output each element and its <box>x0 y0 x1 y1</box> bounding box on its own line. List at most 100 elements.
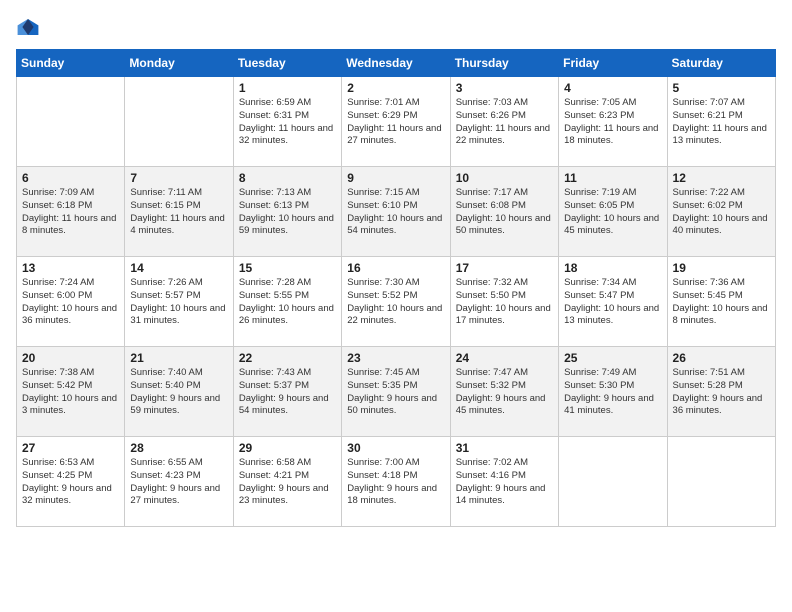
cell-info: Sunrise: 7:01 AM Sunset: 6:29 PM Dayligh… <box>347 97 444 148</box>
day-number: 5 <box>673 81 770 95</box>
calendar-cell: 22 Sunrise: 7:43 AM Sunset: 5:37 PM Dayli… <box>233 347 341 437</box>
cell-info: Sunrise: 6:53 AM Sunset: 4:25 PM Dayligh… <box>22 457 119 508</box>
calendar-cell: 16Sunrise: 7:30 AM Sunset: 5:52 PM Dayli… <box>342 257 450 347</box>
calendar-cell: 7 Sunrise: 7:11 AM Sunset: 6:15 PM Daylig… <box>125 167 233 257</box>
cell-info: Sunrise: 7:43 AM Sunset: 5:37 PM Dayligh… <box>239 367 336 418</box>
day-number: 6 <box>22 171 119 185</box>
calendar-cell: 2 Sunrise: 7:01 AM Sunset: 6:29 PM Daylig… <box>342 77 450 167</box>
day-number: 7 <box>130 171 227 185</box>
weekday-header-saturday: Saturday <box>667 50 775 77</box>
cell-info: Sunrise: 7:24 AM Sunset: 6:00 PM Dayligh… <box>22 277 119 328</box>
calendar-cell: 18 Sunrise: 7:34 AM Sunset: 5:47 PM Dayli… <box>559 257 667 347</box>
day-number: 3 <box>456 81 553 95</box>
calendar-cell: 17 Sunrise: 7:32 AM Sunset: 5:50 PM Dayli… <box>450 257 558 347</box>
calendar-cell: 25 Sunrise: 7:49 AM Sunset: 5:30 PM Dayli… <box>559 347 667 437</box>
calendar-cell <box>559 437 667 527</box>
calendar-cell: 26 Sunrise: 7:51 AM Sunset: 5:28 PM Dayli… <box>667 347 775 437</box>
day-number: 22 <box>239 351 336 365</box>
cell-info: Sunrise: 7:45 AM Sunset: 5:35 PM Dayligh… <box>347 367 444 418</box>
cell-info: Sunrise: 7:13 AM Sunset: 6:13 PM Dayligh… <box>239 187 336 238</box>
calendar-cell <box>125 77 233 167</box>
day-number: 2 <box>347 81 444 95</box>
day-number: 21 <box>130 351 227 365</box>
cell-info: Sunrise: 7:09 AM Sunset: 6:18 PM Dayligh… <box>22 187 119 238</box>
logo-icon <box>16 17 40 37</box>
calendar-week-row: 20Sunrise: 7:38 AM Sunset: 5:42 PM Dayli… <box>17 347 776 437</box>
cell-info: Sunrise: 7:36 AM Sunset: 5:45 PM Dayligh… <box>673 277 770 328</box>
cell-info: Sunrise: 7:40 AM Sunset: 5:40 PM Dayligh… <box>130 367 227 418</box>
calendar-cell: 8 Sunrise: 7:13 AM Sunset: 6:13 PM Daylig… <box>233 167 341 257</box>
cell-info: Sunrise: 6:55 AM Sunset: 4:23 PM Dayligh… <box>130 457 227 508</box>
day-number: 11 <box>564 171 661 185</box>
cell-info: Sunrise: 7:34 AM Sunset: 5:47 PM Dayligh… <box>564 277 661 328</box>
cell-info: Sunrise: 7:19 AM Sunset: 6:05 PM Dayligh… <box>564 187 661 238</box>
day-number: 17 <box>456 261 553 275</box>
weekday-header-row: SundayMondayTuesdayWednesdayThursdayFrid… <box>17 50 776 77</box>
calendar-week-row: 27 Sunrise: 6:53 AM Sunset: 4:25 PM Dayli… <box>17 437 776 527</box>
day-number: 8 <box>239 171 336 185</box>
cell-info: Sunrise: 7:17 AM Sunset: 6:08 PM Dayligh… <box>456 187 553 238</box>
calendar-cell: 20Sunrise: 7:38 AM Sunset: 5:42 PM Dayli… <box>17 347 125 437</box>
weekday-header-sunday: Sunday <box>17 50 125 77</box>
calendar-cell: 14Sunrise: 7:26 AM Sunset: 5:57 PM Dayli… <box>125 257 233 347</box>
calendar-cell: 4Sunrise: 7:05 AM Sunset: 6:23 PM Daylig… <box>559 77 667 167</box>
day-number: 18 <box>564 261 661 275</box>
cell-info: Sunrise: 7:02 AM Sunset: 4:16 PM Dayligh… <box>456 457 553 508</box>
day-number: 24 <box>456 351 553 365</box>
calendar-cell: 5 Sunrise: 7:07 AM Sunset: 6:21 PM Daylig… <box>667 77 775 167</box>
day-number: 29 <box>239 441 336 455</box>
calendar-cell: 15Sunrise: 7:28 AM Sunset: 5:55 PM Dayli… <box>233 257 341 347</box>
cell-info: Sunrise: 7:11 AM Sunset: 6:15 PM Dayligh… <box>130 187 227 238</box>
day-number: 19 <box>673 261 770 275</box>
cell-info: Sunrise: 7:49 AM Sunset: 5:30 PM Dayligh… <box>564 367 661 418</box>
cell-info: Sunrise: 7:38 AM Sunset: 5:42 PM Dayligh… <box>22 367 119 418</box>
calendar-cell <box>17 77 125 167</box>
calendar-week-row: 6 Sunrise: 7:09 AM Sunset: 6:18 PM Daylig… <box>17 167 776 257</box>
calendar-cell: 24 Sunrise: 7:47 AM Sunset: 5:32 PM Dayli… <box>450 347 558 437</box>
day-number: 27 <box>22 441 119 455</box>
cell-info: Sunrise: 7:51 AM Sunset: 5:28 PM Dayligh… <box>673 367 770 418</box>
weekday-header-thursday: Thursday <box>450 50 558 77</box>
day-number: 30 <box>347 441 444 455</box>
calendar-cell: 12 Sunrise: 7:22 AM Sunset: 6:02 PM Dayli… <box>667 167 775 257</box>
calendar-week-row: 13 Sunrise: 7:24 AM Sunset: 6:00 PM Dayli… <box>17 257 776 347</box>
calendar-cell: 23 Sunrise: 7:45 AM Sunset: 5:35 PM Dayli… <box>342 347 450 437</box>
cell-info: Sunrise: 7:26 AM Sunset: 5:57 PM Dayligh… <box>130 277 227 328</box>
cell-info: Sunrise: 7:07 AM Sunset: 6:21 PM Dayligh… <box>673 97 770 148</box>
calendar-cell: 19 Sunrise: 7:36 AM Sunset: 5:45 PM Dayli… <box>667 257 775 347</box>
weekday-header-monday: Monday <box>125 50 233 77</box>
cell-info: Sunrise: 6:58 AM Sunset: 4:21 PM Dayligh… <box>239 457 336 508</box>
day-number: 26 <box>673 351 770 365</box>
day-number: 25 <box>564 351 661 365</box>
cell-info: Sunrise: 7:47 AM Sunset: 5:32 PM Dayligh… <box>456 367 553 418</box>
cell-info: Sunrise: 7:03 AM Sunset: 6:26 PM Dayligh… <box>456 97 553 148</box>
calendar-cell: 27 Sunrise: 6:53 AM Sunset: 4:25 PM Dayli… <box>17 437 125 527</box>
calendar-cell: 9 Sunrise: 7:15 AM Sunset: 6:10 PM Daylig… <box>342 167 450 257</box>
day-number: 10 <box>456 171 553 185</box>
day-number: 12 <box>673 171 770 185</box>
calendar-cell: 1Sunrise: 6:59 AM Sunset: 6:31 PM Daylig… <box>233 77 341 167</box>
calendar-cell: 3 Sunrise: 7:03 AM Sunset: 6:26 PM Daylig… <box>450 77 558 167</box>
cell-info: Sunrise: 7:30 AM Sunset: 5:52 PM Dayligh… <box>347 277 444 328</box>
day-number: 28 <box>130 441 227 455</box>
day-number: 9 <box>347 171 444 185</box>
calendar-cell: 29 Sunrise: 6:58 AM Sunset: 4:21 PM Dayli… <box>233 437 341 527</box>
cell-info: Sunrise: 7:00 AM Sunset: 4:18 PM Dayligh… <box>347 457 444 508</box>
calendar-week-row: 1Sunrise: 6:59 AM Sunset: 6:31 PM Daylig… <box>17 77 776 167</box>
day-number: 23 <box>347 351 444 365</box>
logo <box>16 16 44 37</box>
cell-info: Sunrise: 7:22 AM Sunset: 6:02 PM Dayligh… <box>673 187 770 238</box>
day-number: 1 <box>239 81 336 95</box>
calendar-cell <box>667 437 775 527</box>
calendar-cell: 13 Sunrise: 7:24 AM Sunset: 6:00 PM Dayli… <box>17 257 125 347</box>
calendar-cell: 11 Sunrise: 7:19 AM Sunset: 6:05 PM Dayli… <box>559 167 667 257</box>
weekday-header-tuesday: Tuesday <box>233 50 341 77</box>
day-number: 31 <box>456 441 553 455</box>
day-number: 13 <box>22 261 119 275</box>
cell-info: Sunrise: 7:05 AM Sunset: 6:23 PM Dayligh… <box>564 97 661 148</box>
calendar-table: SundayMondayTuesdayWednesdayThursdayFrid… <box>16 49 776 527</box>
calendar-cell: 28 Sunrise: 6:55 AM Sunset: 4:23 PM Dayli… <box>125 437 233 527</box>
weekday-header-friday: Friday <box>559 50 667 77</box>
cell-info: Sunrise: 7:15 AM Sunset: 6:10 PM Dayligh… <box>347 187 444 238</box>
cell-info: Sunrise: 7:32 AM Sunset: 5:50 PM Dayligh… <box>456 277 553 328</box>
